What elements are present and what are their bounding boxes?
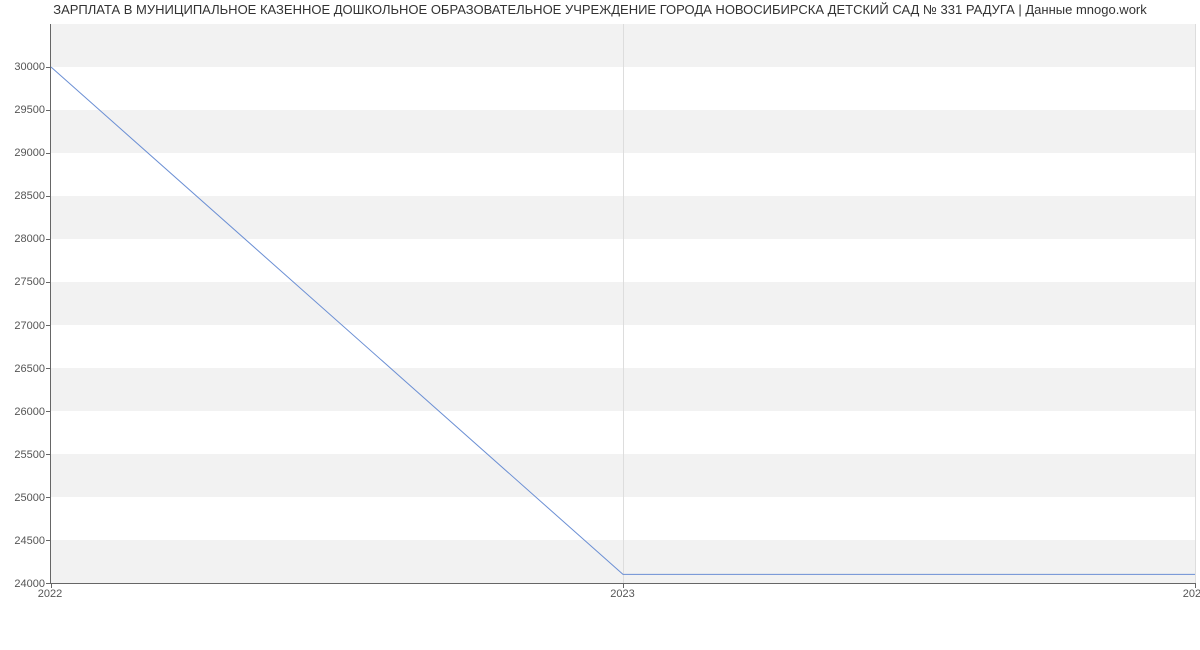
- y-tick-label: 26500: [5, 363, 45, 375]
- x-tick-label: 2022: [38, 588, 62, 600]
- chart-title: ЗАРПЛАТА В МУНИЦИПАЛЬНОЕ КАЗЕННОЕ ДОШКОЛ…: [0, 2, 1200, 17]
- y-tick-label: 28500: [5, 190, 45, 202]
- y-tick-label: 29000: [5, 147, 45, 159]
- y-tick-label: 28000: [5, 233, 45, 245]
- y-tick-label: 27500: [5, 276, 45, 288]
- y-tick-label: 24500: [5, 535, 45, 547]
- chart-container: ЗАРПЛАТА В МУНИЦИПАЛЬНОЕ КАЗЕННОЕ ДОШКОЛ…: [0, 0, 1200, 650]
- x-tick-label: 2023: [610, 588, 634, 600]
- series-line: [51, 24, 1195, 583]
- x-tick-label: 2024: [1183, 588, 1200, 600]
- grid-line-v: [1195, 24, 1196, 583]
- plot-area: [50, 24, 1195, 584]
- y-tick-label: 25000: [5, 492, 45, 504]
- y-tick-label: 26000: [5, 406, 45, 418]
- y-tick-label: 25500: [5, 449, 45, 461]
- y-tick-label: 27000: [5, 320, 45, 332]
- y-tick-label: 30000: [5, 61, 45, 73]
- y-tick-label: 29500: [5, 104, 45, 116]
